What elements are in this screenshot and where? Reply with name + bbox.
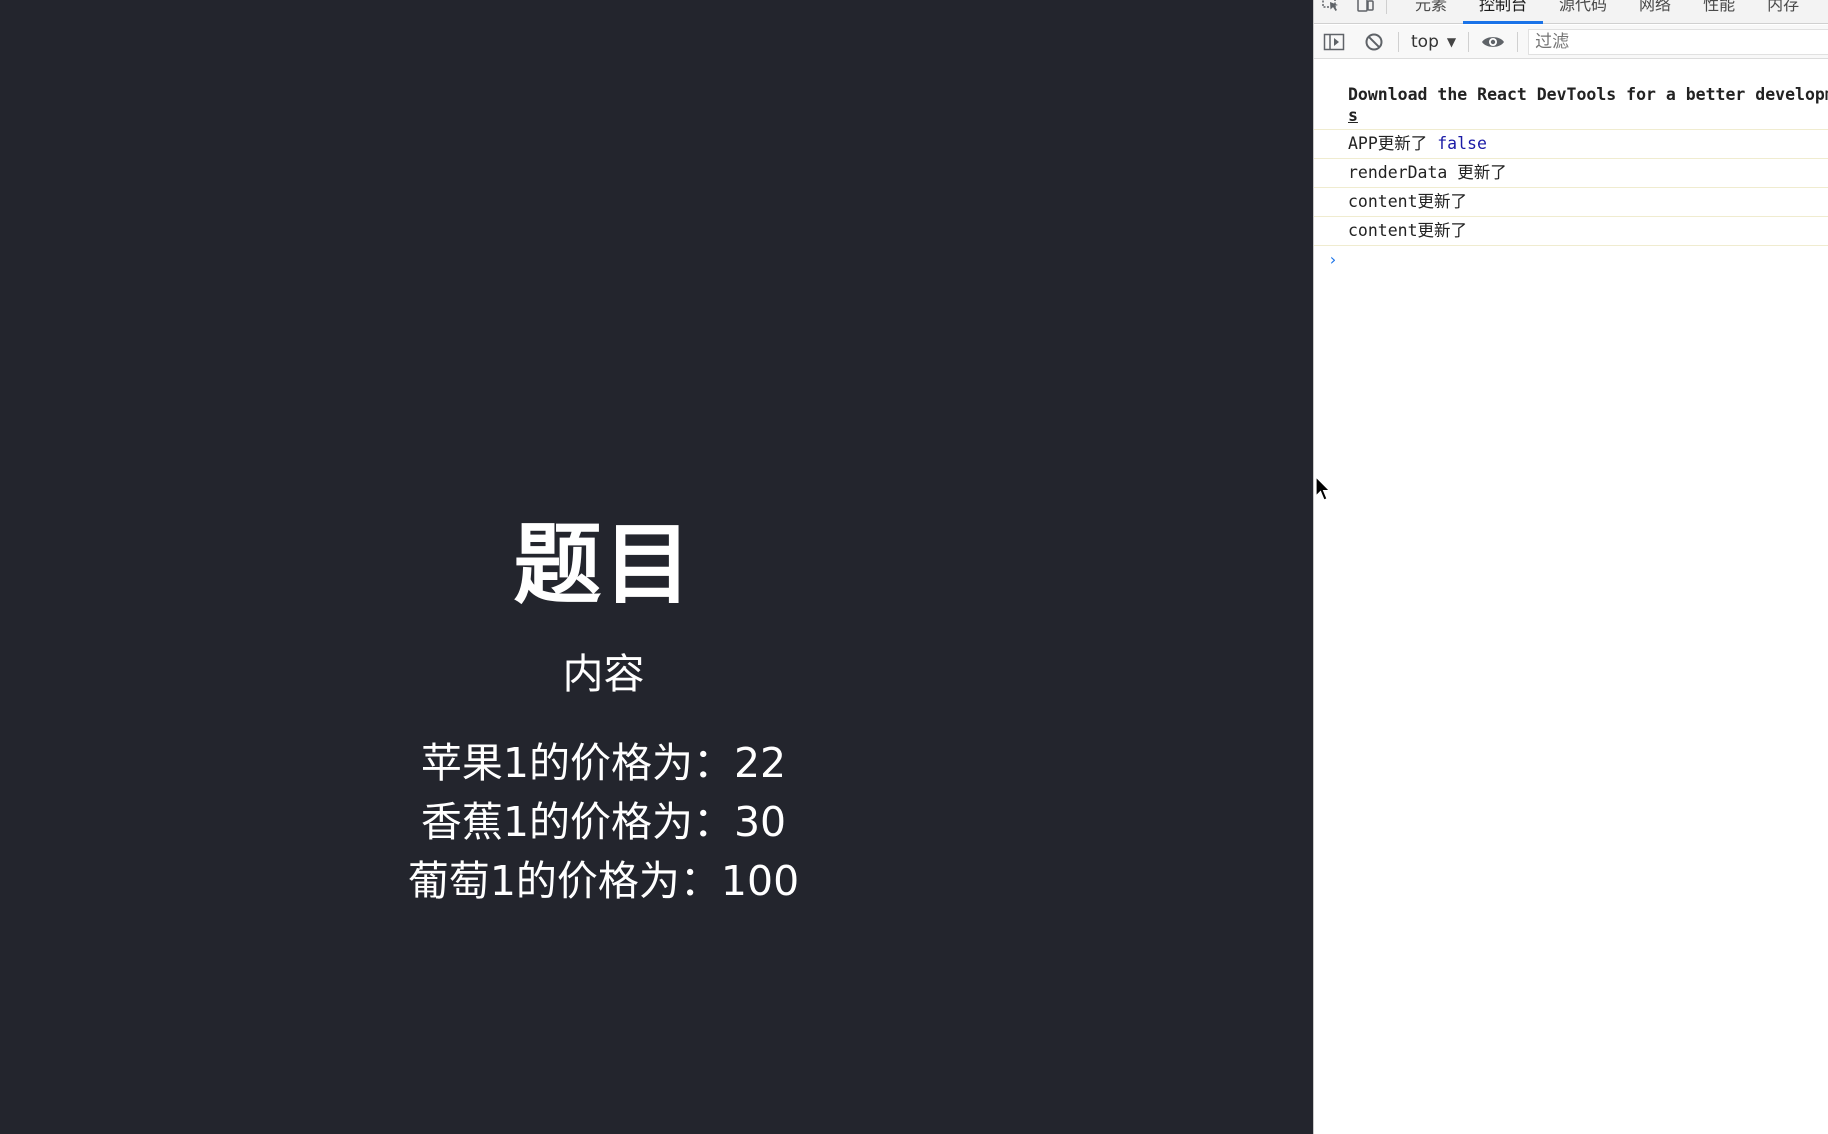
console-toolbar: top ▼: [1314, 25, 1828, 59]
tab-separator: [1386, 0, 1387, 14]
page-subtitle: 内容: [562, 650, 645, 698]
console-message: renderData 更新了: [1314, 159, 1828, 188]
context-selector[interactable]: top ▼: [1403, 25, 1464, 59]
tab-network[interactable]: 网络: [1623, 0, 1687, 24]
tab-sources[interactable]: 源代码: [1543, 0, 1623, 24]
price-item-grape: 葡萄1的价格为：100: [407, 857, 800, 905]
context-selector-value: top: [1411, 31, 1439, 52]
console-filter-input[interactable]: [1528, 28, 1828, 55]
toolbar-separator: [1468, 31, 1470, 52]
console-message: content更新了: [1314, 217, 1828, 246]
inspect-element-icon[interactable]: [1314, 0, 1348, 14]
prompt-chevron-icon: ›: [1328, 250, 1338, 269]
price-list: 苹果1的价格为：22 香蕉1的价格为：30 葡萄1的价格为：100: [0, 734, 1207, 911]
app-viewport: 题目 内容 苹果1的价格为：22 香蕉1的价格为：30 葡萄1的价格为：100: [0, 0, 1313, 1134]
device-toolbar-icon[interactable]: [1348, 0, 1382, 14]
content-update-text: content更新了: [1348, 192, 1468, 211]
page-title: 题目: [513, 513, 694, 616]
caret-down-icon: ▼: [1446, 34, 1457, 49]
tab-performance[interactable]: 性能: [1687, 0, 1751, 24]
live-expression-eye-icon[interactable]: [1473, 25, 1513, 59]
app-content: 题目 内容 苹果1的价格为：22 香蕉1的价格为：30 葡萄1的价格为：100: [0, 510, 1207, 911]
console-log: Download the React DevTools for a better…: [1314, 60, 1828, 1134]
tab-elements[interactable]: 元素: [1399, 0, 1463, 24]
clear-console-icon[interactable]: [1354, 25, 1394, 59]
devtools-panel: 元素 控制台 源代码 网络 性能 内存 top ▼ 过滤 Download th…: [1313, 0, 1828, 1134]
render-data-text: renderData 更新了: [1348, 163, 1507, 182]
mouse-pointer-icon: [1315, 476, 1331, 501]
console-message: content更新了: [1314, 188, 1828, 217]
price-item-apple: 苹果1的价格为：22: [420, 739, 787, 787]
app-update-value: false: [1437, 134, 1487, 153]
sidebar-toggle-icon[interactable]: [1314, 25, 1354, 59]
tab-console[interactable]: 控制台: [1463, 0, 1544, 24]
devtools-tab-bar: 元素 控制台 源代码 网络 性能 内存: [1314, 0, 1828, 24]
react-devtools-notice: Download the React DevTools for a better…: [1348, 85, 1828, 104]
content-update-text: content更新了: [1348, 221, 1468, 240]
app-update-text: APP更新了: [1348, 134, 1428, 153]
tab-memory[interactable]: 内存: [1751, 0, 1815, 24]
console-message: APP更新了 false: [1314, 130, 1828, 159]
price-item-banana: 香蕉1的价格为：30: [420, 798, 787, 846]
toolbar-separator: [1398, 31, 1399, 52]
console-prompt[interactable]: ›: [1314, 246, 1828, 269]
react-devtools-link[interactable]: s: [1348, 105, 1828, 126]
toolbar-separator: [1517, 31, 1519, 52]
console-message: Download the React DevTools for a better…: [1314, 60, 1828, 130]
